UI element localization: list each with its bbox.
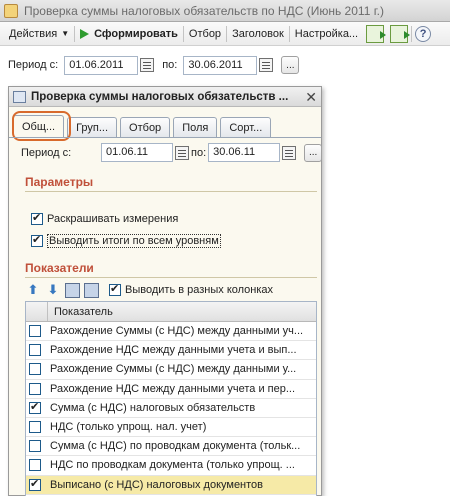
totals-all-levels-label: Выводить итоги по всем уровням [47, 234, 221, 248]
dialog-period-from-field[interactable]: 01.06.11 [101, 143, 173, 162]
toolbar-divider [411, 25, 413, 42]
row-label: Рахождение НДС между данными учета и вып… [50, 344, 297, 357]
dialog-period-row: Период с: 01.06.11 по: 30.06.11 ... [21, 143, 323, 162]
period-select-button[interactable]: ... [281, 56, 300, 74]
uncheck-all-icon[interactable] [84, 282, 99, 298]
row-checkbox[interactable] [29, 344, 41, 357]
period-to-label: по: [162, 59, 178, 71]
table-row[interactable]: НДС по проводкам документа (только упрощ… [26, 456, 316, 476]
indicators-toolbar: ⬆ ⬇ Выводить в разных колонках [25, 282, 273, 298]
row-label: Рахождение НДС между данными учета и пер… [50, 382, 296, 395]
dialog-icon [13, 90, 26, 103]
row-checkbox[interactable] [29, 325, 41, 338]
period-row: Период с: 01.06.2011 по: 30.06.2011 ... [0, 54, 300, 76]
row-checkbox[interactable] [29, 459, 41, 472]
settings-dialog: Проверка суммы налоговых обязательств ..… [8, 86, 323, 496]
row-checkbox[interactable] [29, 421, 41, 434]
tab-divider [9, 137, 321, 138]
actions-menu[interactable]: Действия ▼ [4, 24, 74, 44]
row-label: Рахождение Суммы (с НДС) между данными у… [50, 363, 297, 376]
row-label: Сумма (с НДС) налоговых обязательств [50, 401, 256, 414]
table-row[interactable]: НДС (только упрощ. нал. учет) [26, 418, 316, 438]
play-icon [80, 28, 90, 39]
window-titlebar: Проверка суммы налоговых обязательств по… [0, 0, 450, 22]
totals-all-levels-option[interactable]: Выводить итоги по всем уровням [31, 233, 221, 248]
row-label: НДС по проводкам документа (только упрощ… [50, 459, 295, 472]
table-row[interactable]: Сумма (с НДС) по проводкам документа (то… [26, 437, 316, 457]
chevron-down-icon: ▼ [61, 29, 70, 38]
selection-button[interactable]: Отбор [184, 24, 226, 44]
restore-settings-icon[interactable] [390, 24, 411, 43]
table-row[interactable]: Выписано (с НДС) налоговых документов [26, 475, 316, 495]
table-row[interactable]: Рахождение Суммы (с НДС) между данными у… [26, 360, 316, 380]
table-row[interactable]: Рахождение НДС между данными учета и вып… [26, 341, 316, 361]
table-header: Показатель [26, 302, 316, 322]
indicator-column-header[interactable]: Показатель [48, 306, 113, 318]
indicators-divider [25, 277, 317, 278]
row-checkbox[interactable] [29, 477, 41, 491]
report-icon [4, 3, 18, 18]
separate-columns-checkbox[interactable] [109, 282, 121, 296]
settings-button[interactable]: Настройка... [290, 24, 363, 44]
dialog-title: Проверка суммы налоговых обязательств ..… [31, 90, 289, 103]
params-header: Параметры [25, 175, 94, 189]
period-from-label: Период с: [8, 59, 59, 71]
help-icon[interactable]: ? [415, 25, 432, 42]
separate-columns-label: Выводить в разных колонках [125, 284, 274, 296]
tab-bar: Общ... Груп... Отбор Поля Сорт... [13, 115, 274, 137]
params-divider [25, 191, 317, 192]
row-checkbox[interactable] [29, 440, 41, 453]
row-checkbox[interactable] [29, 400, 41, 414]
header-check-column [26, 302, 48, 321]
save-settings-icon[interactable] [366, 24, 387, 43]
indicators-table: Показатель Рахождение Суммы (с НДС) межд… [25, 301, 317, 496]
dialog-titlebar: Проверка суммы налоговых обязательств ..… [9, 87, 321, 107]
row-label: Выписано (с НДС) налоговых документов [50, 478, 264, 491]
tab-general[interactable]: Общ... [13, 115, 65, 137]
table-row[interactable]: Сумма (с НДС) налоговых обязательств [26, 399, 316, 418]
dialog-period-to-field[interactable]: 30.06.11 [208, 143, 281, 162]
calendar-icon[interactable] [259, 58, 274, 72]
actions-label: Действия [9, 27, 58, 40]
row-label: НДС (только упрощ. нал. учет) [50, 421, 207, 434]
colorize-dimensions-option[interactable]: Раскрашивать измерения [31, 211, 179, 225]
move-up-icon[interactable]: ⬆ [25, 282, 41, 298]
colorize-dimensions-label: Раскрашивать измерения [47, 213, 179, 225]
dialog-period-to-label: по: [191, 146, 207, 159]
tab-fields[interactable]: Поля [173, 117, 218, 137]
row-label: Рахождение Суммы (с НДС) между данными у… [50, 325, 304, 338]
calendar-icon[interactable] [175, 145, 189, 160]
table-row[interactable]: Рахождение Суммы (с НДС) между данными у… [26, 322, 316, 342]
toolbar: Действия ▼ Сформировать Отбор Заголовок … [0, 22, 450, 46]
period-to-field[interactable]: 30.06.2011 [183, 55, 258, 75]
generate-label: Сформировать [94, 27, 178, 40]
table-row[interactable]: Рахождение НДС между данными учета и пер… [26, 380, 316, 399]
tab-grouping[interactable]: Груп... [67, 117, 118, 137]
tab-sort[interactable]: Сорт... [220, 117, 272, 137]
dialog-period-select-button[interactable]: ... [304, 143, 323, 162]
period-from-field[interactable]: 01.06.2011 [64, 55, 139, 75]
check-all-icon[interactable] [65, 282, 80, 298]
generate-button[interactable]: Сформировать [75, 24, 183, 44]
close-icon[interactable]: ✕ [305, 89, 317, 106]
window-title: Проверка суммы налоговых обязательств по… [24, 3, 384, 18]
calendar-icon[interactable] [282, 145, 297, 160]
colorize-dimensions-checkbox[interactable] [31, 211, 43, 225]
row-checkbox[interactable] [29, 382, 41, 395]
header-button[interactable]: Заголовок [227, 24, 289, 44]
totals-all-levels-checkbox[interactable] [31, 233, 43, 247]
dialog-period-from-label: Период с: [21, 146, 72, 159]
row-checkbox[interactable] [29, 363, 41, 376]
calendar-icon[interactable] [140, 58, 155, 72]
move-down-icon[interactable]: ⬇ [45, 282, 61, 298]
indicators-header: Показатели [25, 261, 94, 275]
row-label: Сумма (с НДС) по проводкам документа (то… [50, 440, 301, 453]
tab-filter[interactable]: Отбор [120, 117, 171, 137]
